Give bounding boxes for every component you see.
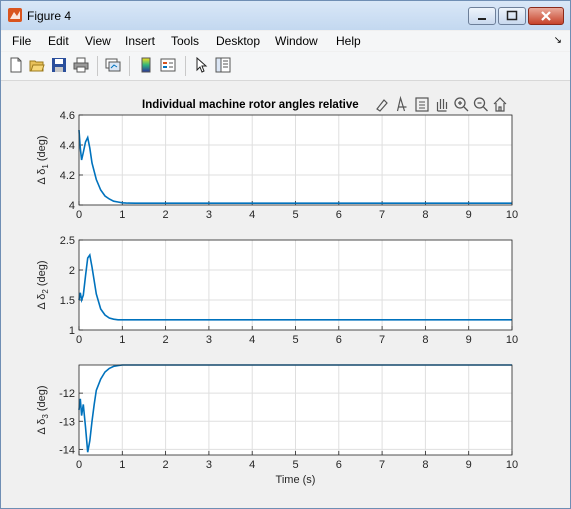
y-tick-label: 1 (69, 325, 75, 337)
x-tick-label: 2 (163, 209, 169, 221)
menu-insert[interactable]: Insert (125, 34, 155, 48)
open-file-icon[interactable] (29, 57, 45, 73)
new-figure-icon[interactable] (8, 57, 24, 73)
x-tick-label: 8 (422, 334, 428, 346)
toolbar-separator (185, 56, 186, 76)
close-button[interactable] (528, 7, 564, 25)
dock-arrow-icon[interactable]: ↘ (554, 35, 562, 46)
menu-view[interactable]: View (85, 34, 111, 48)
menu-window[interactable]: Window (275, 34, 318, 48)
zoom-in-icon[interactable] (453, 96, 470, 113)
menu-help[interactable]: Help (336, 34, 361, 48)
x-tick-label: 7 (379, 459, 385, 471)
y-tick-label: 2 (69, 265, 75, 277)
y-axis-label: Δ δ3 (deg) (36, 385, 50, 434)
axes-title: Individual machine rotor angles relative (142, 99, 359, 111)
x-tick-label: 4 (249, 209, 255, 221)
x-tick-label: 0 (76, 334, 82, 346)
figure-toolbar (1, 52, 570, 81)
x-tick-label: 8 (422, 459, 428, 471)
x-tick-label: 1 (119, 459, 125, 471)
x-tick-label: 4 (249, 334, 255, 346)
x-tick-label: 10 (506, 209, 518, 221)
y-tick-label: 4.2 (60, 170, 75, 182)
figure-canvas: 0 1 2 3 4 5 6 7 8 9 10 4 4.2 4.4 4.6 Δ δ1 (deg) Individu… (5, 84, 566, 502)
export-icon[interactable] (414, 96, 431, 113)
plot-canvas: 0 1 2 3 4 5 6 7 8 9 1044.24.44.6Δ δ1 (deg)Individu… (36, 93, 518, 486)
y-axis-label: Δ δ1 (deg) (36, 135, 50, 184)
x-tick-label: 10 (506, 459, 518, 471)
minimize-button[interactable] (468, 7, 496, 25)
x-tick-label: 5 (292, 209, 298, 221)
x-tick-label: 5 (292, 334, 298, 346)
x-tick-label: 2 (163, 334, 169, 346)
x-tick-label: 3 (206, 459, 212, 471)
x-tick-label: 7 (379, 334, 385, 346)
y-tick-label: 4.6 (60, 110, 75, 122)
x-axis-label: Time (s) (276, 474, 316, 486)
pan-icon[interactable] (434, 96, 451, 113)
y-tick-label: 4 (69, 200, 75, 212)
toolbar-separator (97, 56, 98, 76)
x-tick-label: 1 (119, 334, 125, 346)
axes-2[interactable]: 0 1 2 3 4 5 6 7 8 9 1011.522.5Δ δ2 (deg) (36, 235, 518, 346)
x-tick-label: 8 (422, 209, 428, 221)
minimize-icon (478, 18, 486, 20)
save-icon[interactable] (51, 57, 67, 73)
x-tick-label: 6 (336, 459, 342, 471)
zoom-out-icon[interactable] (473, 96, 490, 113)
print-icon[interactable] (73, 57, 89, 73)
x-tick-label: 6 (336, 209, 342, 221)
edit-plot-pointer-icon[interactable] (193, 57, 209, 73)
menu-tools[interactable]: Tools (171, 34, 199, 48)
data-tips-icon[interactable] (395, 95, 412, 113)
x-tick-label: 9 (466, 334, 472, 346)
x-tick-label: 0 (76, 459, 82, 471)
y-tick-label: 1.5 (60, 295, 75, 307)
x-tick-label: 9 (466, 459, 472, 471)
link-plot-icon[interactable] (105, 57, 121, 73)
matlab-logo-icon (8, 8, 22, 22)
x-tick-label: 7 (379, 209, 385, 221)
maximize-button[interactable] (498, 7, 526, 25)
axes-3[interactable]: 0 1 2 3 4 5 6 7 8 9 10 -12 -13 -14 Δ δ3 (deg) Time (s) (36, 364, 518, 486)
axes-1[interactable]: 0 1 2 3 4 5 6 7 8 9 10 4 4.2 4.4 4.6 Δ δ1 (deg) Individu… (36, 99, 518, 221)
x-tick-label: 5 (292, 459, 298, 471)
home-icon[interactable] (492, 96, 509, 113)
x-tick-label: 1 (119, 209, 125, 221)
maximize-icon (506, 10, 518, 21)
y-axis-label: Δ δ2 (deg) (36, 260, 50, 309)
insert-colorbar-icon[interactable] (138, 57, 154, 73)
brush-icon[interactable] (375, 96, 392, 113)
x-tick-label: 9 (466, 209, 472, 221)
x-tick-label: 3 (206, 209, 212, 221)
y-tick-label: 2.5 (60, 235, 75, 247)
menu-desktop[interactable]: Desktop (216, 34, 260, 48)
icon-hitbox (375, 96, 392, 113)
y-tick-label: -14 (59, 444, 75, 456)
toolbar-separator (129, 56, 130, 76)
axes-toolbar (372, 93, 512, 113)
x-tick-label: 2 (163, 459, 169, 471)
y-tick-label: 4.4 (60, 140, 75, 152)
x-tick-label: 10 (506, 334, 518, 346)
menu-bar: File Edit View Insert Tools Desktop Wind… (1, 31, 570, 51)
x-tick-label: 0 (76, 209, 82, 221)
close-icon (541, 11, 551, 21)
y-tick-label: -12 (59, 388, 75, 400)
x-tick-label: 4 (249, 459, 255, 471)
x-tick-label: 6 (336, 334, 342, 346)
insert-legend-icon[interactable] (160, 57, 176, 73)
menu-edit[interactable]: Edit (48, 34, 69, 48)
y-tick-label: -13 (59, 416, 75, 428)
menu-file[interactable]: File (12, 34, 31, 48)
title-bar[interactable]: Figure 4 (1, 1, 570, 30)
figure-window: Figure 4 File Edit View Insert Tools Des… (0, 0, 571, 509)
property-inspector-icon[interactable] (215, 57, 231, 73)
window-title: Figure 4 (27, 9, 72, 23)
x-tick-label: 3 (206, 334, 212, 346)
